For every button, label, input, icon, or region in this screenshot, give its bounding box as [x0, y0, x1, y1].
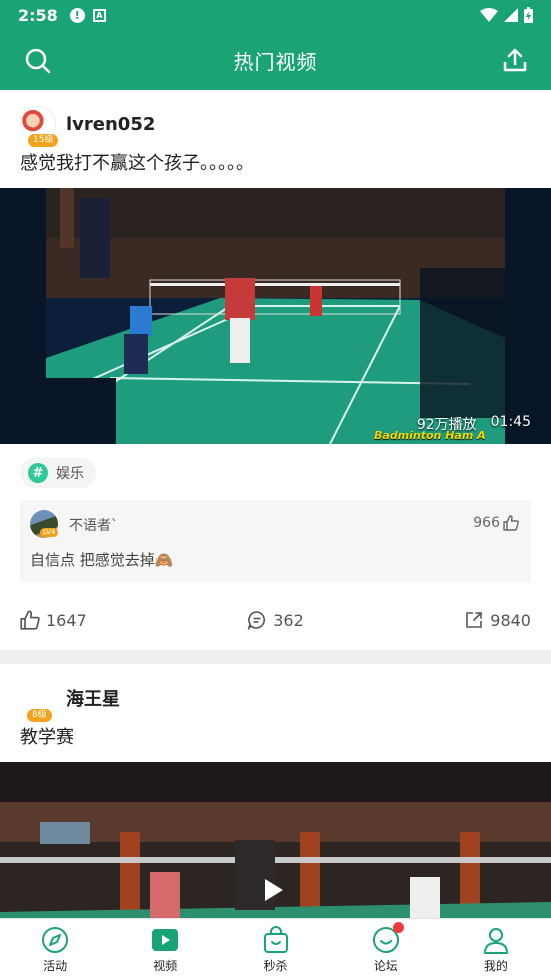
- nav-label: 我的: [483, 959, 508, 973]
- app-notification-icon: A: [92, 8, 106, 22]
- page-title: 热门视频: [233, 49, 318, 74]
- status-notification-icons: ! A: [69, 7, 106, 23]
- like-button[interactable]: 1647: [20, 610, 190, 630]
- comment-like-count: 966: [473, 515, 500, 531]
- notification-dot: [392, 922, 404, 933]
- avatar[interactable]: 8级: [20, 680, 56, 722]
- avatar[interactable]: 15级: [20, 106, 59, 147]
- post-actions: 1647 362 9840: [0, 590, 551, 650]
- username[interactable]: 海王星: [66, 685, 120, 711]
- compass-icon: [42, 927, 69, 953]
- video-play-icon: [152, 929, 179, 951]
- battery-icon: [524, 7, 533, 23]
- nav-item-profile[interactable]: 我的: [441, 919, 551, 979]
- tag-label: 娱乐: [56, 466, 84, 482]
- video-player[interactable]: [0, 762, 551, 918]
- forum-icon-wrap: [372, 922, 404, 954]
- comment-button[interactable]: 362: [190, 610, 360, 630]
- upload-icon[interactable]: [501, 46, 529, 74]
- nav-label: 活动: [43, 959, 68, 973]
- video-info: 92万播放 01:45: [417, 414, 531, 434]
- thumbs-up-icon: [503, 515, 519, 531]
- share-count: 9840: [490, 610, 531, 630]
- post-text: 感觉我打不赢这个孩子。。。。。: [20, 153, 254, 174]
- bottom-nav: 活动 视频 秒杀 论坛 我的: [0, 918, 551, 979]
- username[interactable]: lvren052: [66, 114, 155, 135]
- video-player[interactable]: Badminton Ham A 92万播放 01:45: [0, 188, 551, 444]
- play-icon[interactable]: [265, 879, 283, 901]
- share-button[interactable]: 9840: [361, 610, 531, 630]
- feed-post[interactable]: 8级 海王星 教学赛: [0, 664, 551, 918]
- video-duration: 01:45: [490, 414, 531, 430]
- comment-count: 362: [273, 610, 304, 630]
- alert-icon: !: [69, 7, 85, 23]
- video-feed: 15级 lvren052 感觉我打不赢这个孩子。。。。。 Badminton H…: [0, 90, 551, 918]
- level-badge: 8级: [27, 709, 52, 722]
- app-header: 热门视频: [0, 30, 551, 90]
- status-system-icons: [480, 7, 533, 23]
- wifi-icon: [480, 8, 498, 22]
- video-thumbnail: [0, 188, 551, 444]
- thumbs-up-icon: [20, 610, 40, 630]
- shopping-bag-icon: [263, 926, 288, 953]
- level-badge: 15级: [28, 134, 59, 147]
- hashtag-icon: #: [28, 463, 48, 483]
- comment-text: 自信点 把感觉去掉🙈: [30, 551, 174, 569]
- status-time: 2:58: [18, 5, 58, 25]
- post-author: 8级 海王星: [0, 664, 551, 722]
- comment-level-badge: LV4: [40, 528, 59, 537]
- nav-item-forum[interactable]: 论坛: [331, 919, 441, 979]
- status-bar: 2:58 ! A: [0, 0, 551, 30]
- comment-bubble-icon: [247, 611, 266, 630]
- nav-item-flash-sale[interactable]: 秒杀: [220, 919, 330, 979]
- nav-item-video[interactable]: 视频: [110, 919, 220, 979]
- feed-post[interactable]: 15级 lvren052 感觉我打不赢这个孩子。。。。。 Badminton H…: [0, 90, 551, 650]
- comment-username[interactable]: 不语者`: [69, 515, 118, 535]
- nav-label: 秒杀: [263, 959, 288, 973]
- signal-icon: [504, 8, 518, 22]
- post-author: 15级 lvren052: [0, 90, 551, 147]
- share-icon: [466, 612, 483, 628]
- search-icon[interactable]: [24, 47, 52, 75]
- top-comment[interactable]: LV4 不语者` 966 自信点 把感觉去掉🙈: [20, 500, 531, 582]
- comment-like-button[interactable]: 966: [473, 515, 519, 531]
- post-text: 教学赛: [20, 727, 74, 748]
- like-count: 1647: [46, 610, 87, 630]
- screen: 2:58 ! A 热门视频 15级 lvren052 感觉我打不赢这个孩子。。。…: [0, 0, 551, 979]
- nav-label: 论坛: [373, 959, 398, 973]
- user-icon: [483, 928, 508, 954]
- nav-item-activity[interactable]: 活动: [0, 919, 110, 979]
- play-count: 92万播放: [416, 417, 477, 433]
- nav-label: 视频: [153, 959, 178, 973]
- topic-tag[interactable]: # 娱乐: [20, 458, 96, 488]
